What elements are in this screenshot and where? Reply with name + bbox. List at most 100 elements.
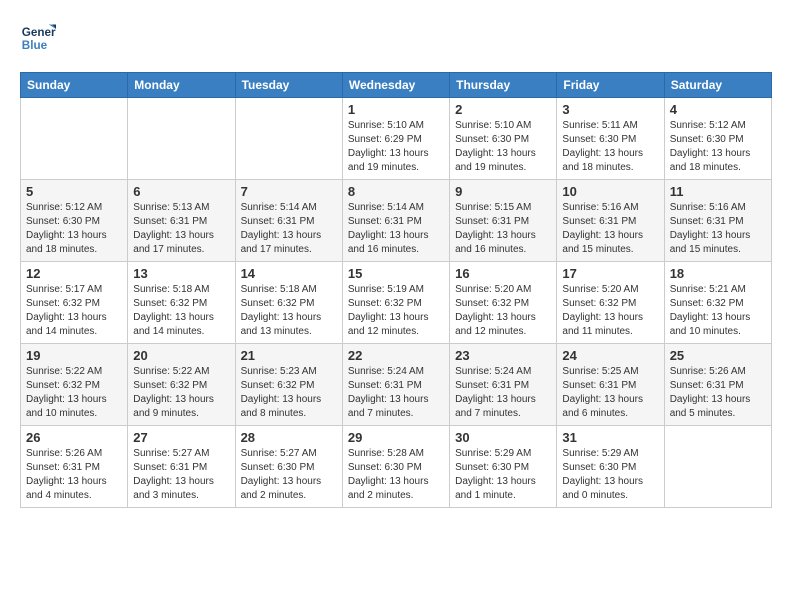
- day-info: Sunrise: 5:26 AM Sunset: 6:31 PM Dayligh…: [26, 447, 122, 503]
- day-info: Sunrise: 5:10 AM Sunset: 6:29 PM Dayligh…: [348, 119, 444, 175]
- calendar-cell: 22Sunrise: 5:24 AM Sunset: 6:31 PM Dayli…: [342, 344, 449, 426]
- page-header: General Blue: [20, 20, 772, 56]
- calendar-body: 1 Sunrise: 5:10 AM Sunset: 6:29 PM Daylig…: [21, 98, 772, 508]
- day-number: 14: [241, 266, 337, 281]
- day-info: Sunrise: 5:29 AM Sunset: 6:30 PM Dayligh…: [455, 447, 551, 503]
- calendar-week-row: 12 Sunrise: 5:17 AM Sunset: 6:32 PM Dayli…: [21, 262, 772, 344]
- day-info: Sunrise: 5:26 AM Sunset: 6:31 PM Dayligh…: [670, 365, 766, 421]
- calendar-cell: 24 Sunrise: 5:25 AM Sunset: 6:31 PM Dayli…: [557, 344, 664, 426]
- logo: General Blue: [20, 20, 56, 56]
- day-number: 29: [348, 430, 444, 445]
- day-number: 30: [455, 430, 551, 445]
- calendar-cell: 12 Sunrise: 5:17 AM Sunset: 6:32 PM Dayli…: [21, 262, 128, 344]
- day-number: 27: [133, 430, 229, 445]
- day-number: 3: [562, 102, 658, 117]
- calendar-cell: 27Sunrise: 5:27 AM Sunset: 6:31 PM Dayli…: [128, 426, 235, 508]
- day-info: Sunrise: 5:22 AM Sunset: 6:32 PM Dayligh…: [26, 365, 122, 421]
- logo-icon: General Blue: [20, 20, 56, 56]
- calendar-cell: 14 Sunrise: 5:18 AM Sunset: 6:32 PM Dayli…: [235, 262, 342, 344]
- day-number: 24: [562, 348, 658, 363]
- calendar-week-row: 26 Sunrise: 5:26 AM Sunset: 6:31 PM Dayli…: [21, 426, 772, 508]
- day-number: 20: [133, 348, 229, 363]
- day-number: 22: [348, 348, 444, 363]
- weekday-header-row: SundayMondayTuesdayWednesdayThursdayFrid…: [21, 73, 772, 98]
- day-number: 12: [26, 266, 122, 281]
- calendar-cell: 21 Sunrise: 5:23 AM Sunset: 6:32 PM Dayli…: [235, 344, 342, 426]
- day-info: Sunrise: 5:13 AM Sunset: 6:31 PM Dayligh…: [133, 201, 229, 257]
- day-info: Sunrise: 5:20 AM Sunset: 6:32 PM Dayligh…: [455, 283, 551, 339]
- svg-text:General: General: [22, 26, 56, 39]
- day-number: 19: [26, 348, 122, 363]
- day-number: 21: [241, 348, 337, 363]
- calendar-cell: 25 Sunrise: 5:26 AM Sunset: 6:31 PM Dayli…: [664, 344, 771, 426]
- day-number: 9: [455, 184, 551, 199]
- day-number: 25: [670, 348, 766, 363]
- day-info: Sunrise: 5:12 AM Sunset: 6:30 PM Dayligh…: [670, 119, 766, 175]
- calendar-cell: 1 Sunrise: 5:10 AM Sunset: 6:29 PM Daylig…: [342, 98, 449, 180]
- day-info: Sunrise: 5:28 AM Sunset: 6:30 PM Dayligh…: [348, 447, 444, 503]
- day-info: Sunrise: 5:18 AM Sunset: 6:32 PM Dayligh…: [133, 283, 229, 339]
- day-info: Sunrise: 5:21 AM Sunset: 6:32 PM Dayligh…: [670, 283, 766, 339]
- calendar-week-row: 19 Sunrise: 5:22 AM Sunset: 6:32 PM Dayli…: [21, 344, 772, 426]
- day-info: Sunrise: 5:16 AM Sunset: 6:31 PM Dayligh…: [562, 201, 658, 257]
- day-number: 31: [562, 430, 658, 445]
- calendar-cell: 31Sunrise: 5:29 AM Sunset: 6:30 PM Dayli…: [557, 426, 664, 508]
- day-number: 18: [670, 266, 766, 281]
- day-number: 26: [26, 430, 122, 445]
- calendar-cell: 3 Sunrise: 5:11 AM Sunset: 6:30 PM Daylig…: [557, 98, 664, 180]
- day-number: 10: [562, 184, 658, 199]
- calendar-cell: [664, 426, 771, 508]
- calendar-cell: 29 Sunrise: 5:28 AM Sunset: 6:30 PM Dayli…: [342, 426, 449, 508]
- calendar-cell: 7 Sunrise: 5:14 AM Sunset: 6:31 PM Daylig…: [235, 180, 342, 262]
- day-number: 8: [348, 184, 444, 199]
- day-info: Sunrise: 5:16 AM Sunset: 6:31 PM Dayligh…: [670, 201, 766, 257]
- day-number: 28: [241, 430, 337, 445]
- day-info: Sunrise: 5:19 AM Sunset: 6:32 PM Dayligh…: [348, 283, 444, 339]
- day-info: Sunrise: 5:20 AM Sunset: 6:32 PM Dayligh…: [562, 283, 658, 339]
- day-info: Sunrise: 5:14 AM Sunset: 6:31 PM Dayligh…: [348, 201, 444, 257]
- day-info: Sunrise: 5:27 AM Sunset: 6:30 PM Dayligh…: [241, 447, 337, 503]
- calendar-cell: 5Sunrise: 5:12 AM Sunset: 6:30 PM Daylig…: [21, 180, 128, 262]
- weekday-header-cell: Friday: [557, 73, 664, 98]
- day-number: 2: [455, 102, 551, 117]
- day-number: 6: [133, 184, 229, 199]
- calendar-cell: 6 Sunrise: 5:13 AM Sunset: 6:31 PM Daylig…: [128, 180, 235, 262]
- day-info: Sunrise: 5:18 AM Sunset: 6:32 PM Dayligh…: [241, 283, 337, 339]
- day-info: Sunrise: 5:22 AM Sunset: 6:32 PM Dayligh…: [133, 365, 229, 421]
- day-info: Sunrise: 5:11 AM Sunset: 6:30 PM Dayligh…: [562, 119, 658, 175]
- calendar-cell: 10 Sunrise: 5:16 AM Sunset: 6:31 PM Dayli…: [557, 180, 664, 262]
- calendar-cell: 13Sunrise: 5:18 AM Sunset: 6:32 PM Dayli…: [128, 262, 235, 344]
- day-info: Sunrise: 5:24 AM Sunset: 6:31 PM Dayligh…: [455, 365, 551, 421]
- weekday-header-cell: Wednesday: [342, 73, 449, 98]
- day-number: 5: [26, 184, 122, 199]
- day-info: Sunrise: 5:23 AM Sunset: 6:32 PM Dayligh…: [241, 365, 337, 421]
- weekday-header-cell: Tuesday: [235, 73, 342, 98]
- day-number: 16: [455, 266, 551, 281]
- calendar-cell: 18 Sunrise: 5:21 AM Sunset: 6:32 PM Dayli…: [664, 262, 771, 344]
- calendar-cell: [21, 98, 128, 180]
- day-number: 4: [670, 102, 766, 117]
- calendar-cell: 28 Sunrise: 5:27 AM Sunset: 6:30 PM Dayli…: [235, 426, 342, 508]
- weekday-header-cell: Saturday: [664, 73, 771, 98]
- calendar-cell: 4 Sunrise: 5:12 AM Sunset: 6:30 PM Daylig…: [664, 98, 771, 180]
- calendar-cell: [128, 98, 235, 180]
- day-number: 1: [348, 102, 444, 117]
- calendar-cell: [235, 98, 342, 180]
- day-number: 7: [241, 184, 337, 199]
- day-info: Sunrise: 5:10 AM Sunset: 6:30 PM Dayligh…: [455, 119, 551, 175]
- weekday-header-cell: Sunday: [21, 73, 128, 98]
- calendar-cell: 15Sunrise: 5:19 AM Sunset: 6:32 PM Dayli…: [342, 262, 449, 344]
- calendar-cell: 23Sunrise: 5:24 AM Sunset: 6:31 PM Dayli…: [450, 344, 557, 426]
- calendar-table: SundayMondayTuesdayWednesdayThursdayFrid…: [20, 72, 772, 508]
- calendar-cell: 9 Sunrise: 5:15 AM Sunset: 6:31 PM Daylig…: [450, 180, 557, 262]
- calendar-cell: 26 Sunrise: 5:26 AM Sunset: 6:31 PM Dayli…: [21, 426, 128, 508]
- day-number: 11: [670, 184, 766, 199]
- day-info: Sunrise: 5:15 AM Sunset: 6:31 PM Dayligh…: [455, 201, 551, 257]
- day-info: Sunrise: 5:14 AM Sunset: 6:31 PM Dayligh…: [241, 201, 337, 257]
- day-info: Sunrise: 5:17 AM Sunset: 6:32 PM Dayligh…: [26, 283, 122, 339]
- calendar-cell: 16 Sunrise: 5:20 AM Sunset: 6:32 PM Dayli…: [450, 262, 557, 344]
- day-info: Sunrise: 5:25 AM Sunset: 6:31 PM Dayligh…: [562, 365, 658, 421]
- day-number: 17: [562, 266, 658, 281]
- calendar-cell: 8 Sunrise: 5:14 AM Sunset: 6:31 PM Daylig…: [342, 180, 449, 262]
- weekday-header-cell: Monday: [128, 73, 235, 98]
